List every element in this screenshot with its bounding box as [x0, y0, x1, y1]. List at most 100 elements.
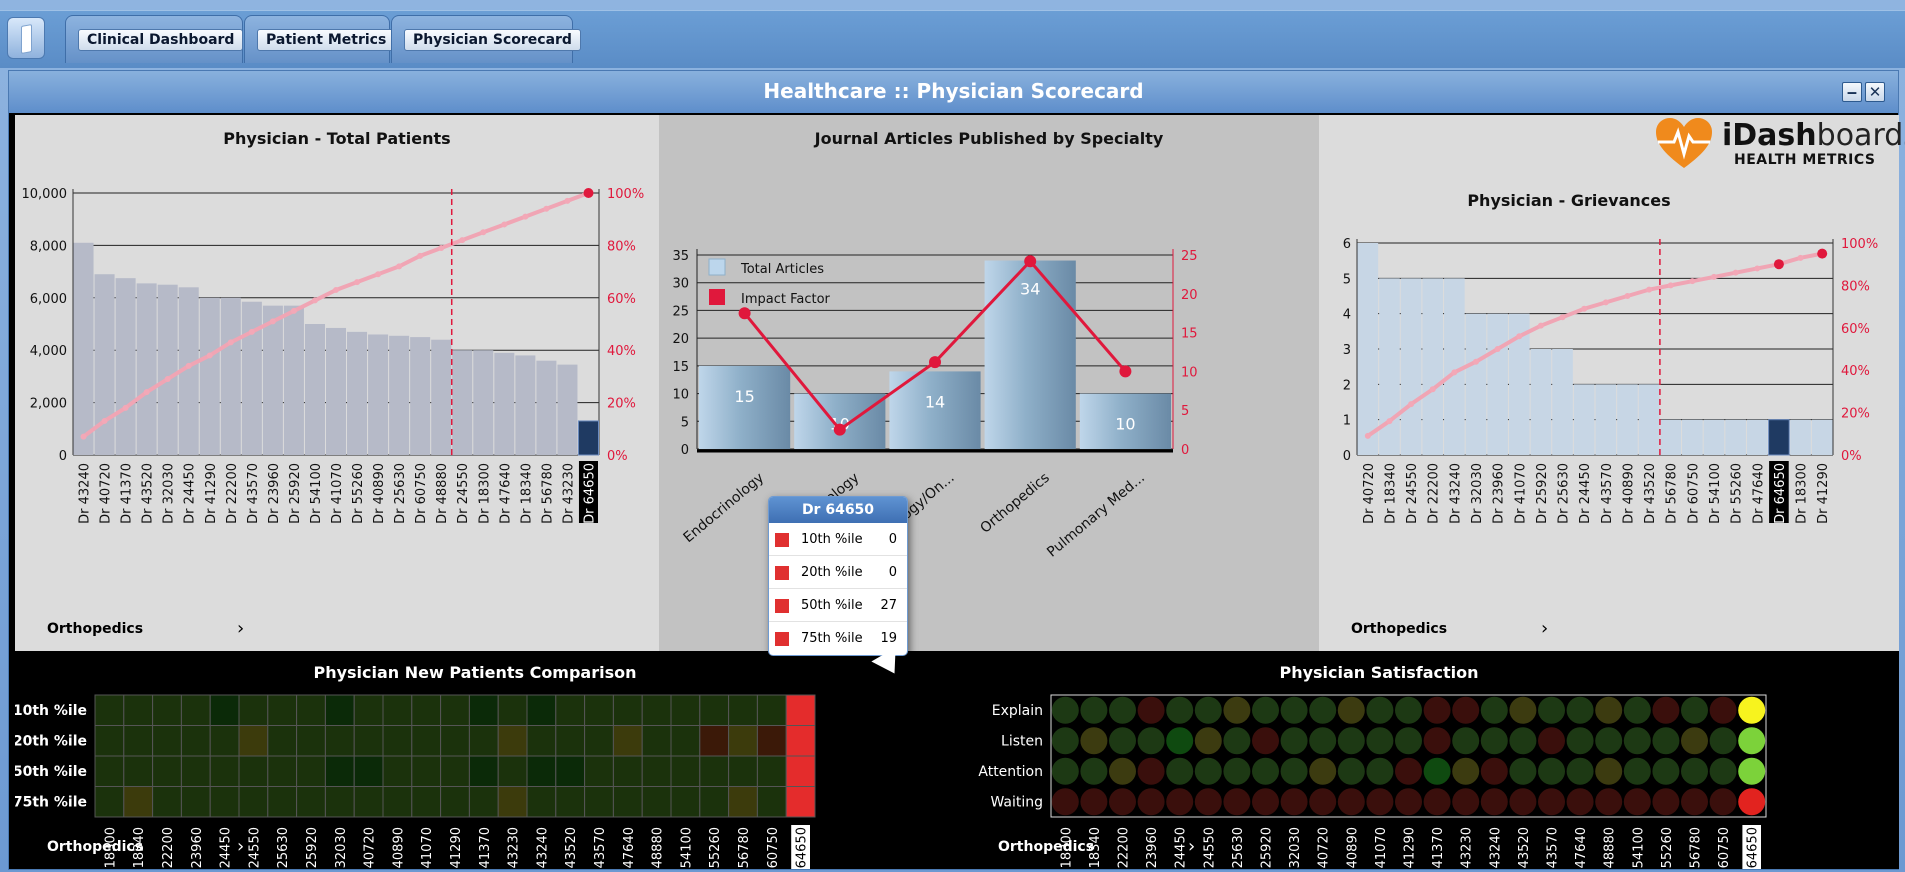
- x-tick-label: Dr 24450: [183, 463, 198, 524]
- column-label: Dr 55260: [708, 827, 723, 869]
- x-tick-label: Dr 24550: [456, 463, 471, 524]
- bar: [115, 278, 136, 455]
- y2-tick-label: 40%: [1841, 364, 1870, 379]
- status-dot: [1566, 788, 1594, 816]
- heatmap-cell: [497, 694, 528, 726]
- cumulative-point: [1473, 358, 1479, 365]
- swatch-icon: [775, 566, 789, 580]
- idashboards-logo: iDashboards HEALTH METRICS: [1654, 116, 1905, 176]
- status-dot: [1452, 696, 1480, 724]
- status-dot: [1337, 696, 1365, 724]
- column-label: Dr 41290: [1403, 827, 1418, 869]
- bar: [1811, 419, 1833, 455]
- column-label: Dr 25920: [1260, 827, 1275, 869]
- x-tick-label: Dr 18300: [1795, 463, 1810, 524]
- cumulative-point: [1646, 286, 1653, 293]
- heatmap-cell: [440, 725, 470, 757]
- cumulative-point: [80, 433, 87, 440]
- info-button[interactable]: [7, 17, 45, 59]
- bar: [1703, 419, 1725, 455]
- y2-tick-label: 0%: [607, 449, 628, 464]
- status-dot: [1452, 757, 1480, 785]
- status-dot: [1109, 696, 1136, 724]
- specialty-dropdown[interactable]: Orthopedics ›: [47, 618, 244, 639]
- row-label: 50th %ile: [15, 764, 87, 780]
- x-tick-label: Dr 18340: [1383, 463, 1398, 524]
- column-label: Dr 47640: [622, 827, 637, 869]
- close-button[interactable]: ✕: [1865, 82, 1885, 102]
- tab-physician-scorecard[interactable]: Physician Scorecard: [391, 15, 581, 63]
- new-patients-panel: Physician New Patients Comparison 10th %…: [15, 651, 959, 869]
- legend-swatch-total: [708, 258, 726, 276]
- status-dot: [1423, 788, 1451, 816]
- bar: [262, 305, 283, 455]
- status-dot: [1538, 757, 1565, 785]
- minimize-icon: ‒: [1846, 83, 1858, 101]
- heatmap-cell: [180, 694, 211, 726]
- heatmap-cell: [296, 725, 326, 757]
- y-tick-label: 35: [672, 249, 689, 264]
- bar: [241, 301, 262, 455]
- x-tick-label: Dr 22200: [225, 463, 240, 524]
- x-tick-label: Dr 41370: [120, 463, 135, 524]
- heatmap-cell: [584, 694, 614, 726]
- bar: [304, 324, 325, 455]
- chevron-right-icon: ›: [1541, 618, 1549, 639]
- status-dot: [1051, 757, 1079, 785]
- column-label: Dr 54100: [1631, 827, 1646, 869]
- heatmap-cell: [641, 694, 672, 726]
- status-dot: [1538, 727, 1565, 755]
- total-patients-chart: 0 2,000 4,000 6,000 8,000 10,000 0% 20% 40% 60% 80…: [22, 187, 645, 524]
- status-dot: [1194, 757, 1222, 785]
- status-dot: [1337, 757, 1365, 785]
- column-label: Dr 56780: [1689, 827, 1704, 869]
- x-tick-label: Dr 23960: [267, 463, 282, 524]
- status-dot: [1480, 757, 1508, 785]
- specialty-dropdown[interactable]: Orthopedics ›: [47, 836, 244, 857]
- status-dot: [1223, 696, 1251, 724]
- x-tick-label: Dr 43570: [1600, 463, 1615, 524]
- status-dot: [1395, 757, 1422, 785]
- bar-value-label: 10: [1115, 415, 1135, 434]
- column-label: Dr 41370: [478, 827, 493, 869]
- tab-patient-metrics[interactable]: Patient Metrics: [244, 15, 396, 63]
- specialty-dropdown[interactable]: Orthopedics ›: [998, 836, 1195, 857]
- y2-tick-label: 60%: [1841, 322, 1870, 337]
- status-dot: [1538, 696, 1565, 724]
- status-dot: [1395, 696, 1422, 724]
- column-label: Dr 60750: [766, 827, 781, 869]
- status-dot: [1309, 727, 1337, 755]
- x-tick-label: Dr 32030: [162, 463, 177, 524]
- status-dot: [1652, 727, 1680, 755]
- y-tick-label: 30: [672, 277, 689, 292]
- heatmap-cell: [526, 786, 557, 818]
- heatmap-cell: [440, 755, 470, 787]
- minimize-button[interactable]: ‒: [1842, 82, 1862, 102]
- heatmap-cell: [670, 755, 701, 787]
- heatmap-cell: [526, 725, 557, 757]
- y2-tick-label: 80%: [1841, 279, 1870, 294]
- bar: [1400, 278, 1422, 455]
- status-dot: [1137, 727, 1165, 755]
- grievances-chart: 01234560%20%40%60%80%100%Dr 40720 Dr 1834…: [1343, 237, 1878, 524]
- x-tick-label: Dr 25920: [288, 463, 303, 524]
- heatmap-cell: [238, 755, 269, 787]
- bar: [1768, 419, 1790, 456]
- y2-tick-label: 0: [1181, 443, 1189, 458]
- tab-clinical-dashboard[interactable]: Clinical Dashboard: [65, 15, 244, 63]
- status-dot: [1337, 788, 1365, 816]
- heatmap-cell: [209, 694, 240, 726]
- new-patients-heatmap: 10th %ile20th %ile50th %ile75th %ileDr 1…: [15, 694, 816, 869]
- status-dot: [1280, 788, 1308, 816]
- column-label: Dr 40890: [1345, 827, 1360, 869]
- specialty-dropdown[interactable]: Orthopedics ›: [1351, 618, 1548, 639]
- journal-panel: Journal Articles Published by Specialty …: [659, 115, 1319, 651]
- heatmap-cell: [296, 786, 326, 818]
- status-dot: [1595, 788, 1623, 816]
- cumulative-point: [101, 417, 108, 424]
- bar-value-label: 14: [925, 392, 945, 411]
- status-dot: [1509, 727, 1537, 755]
- bar: [452, 350, 473, 455]
- y2-tick-label: 20: [1181, 288, 1198, 303]
- bar: [1465, 313, 1487, 455]
